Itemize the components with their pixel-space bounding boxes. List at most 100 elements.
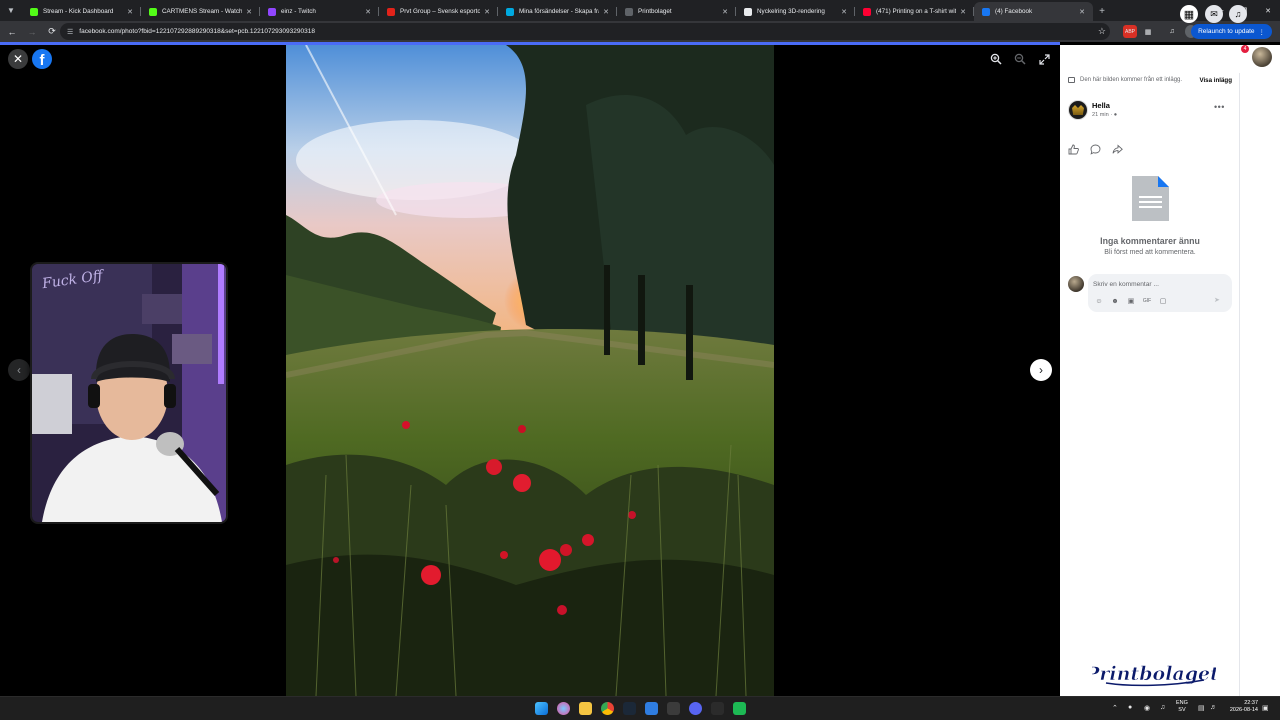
zoom-out-button[interactable] bbox=[1012, 51, 1028, 67]
browser-tab[interactable]: Nyckelring 3D-rendering ✕ bbox=[736, 2, 855, 21]
zoom-out-icon bbox=[1014, 53, 1026, 65]
clock-time: 22:37 bbox=[1244, 700, 1258, 706]
emoji-icon[interactable]: ☻ bbox=[1110, 296, 1120, 306]
fullscreen-button[interactable] bbox=[1036, 51, 1052, 67]
close-viewer-button[interactable]: ✕ bbox=[8, 49, 28, 69]
tab-close-icon[interactable]: ✕ bbox=[603, 8, 609, 16]
capture-tool-icon[interactable] bbox=[667, 702, 680, 715]
camera-icon[interactable]: ▣ bbox=[1126, 296, 1136, 306]
comment-input[interactable] bbox=[1093, 278, 1223, 290]
windows-taskbar: ⌃ ● ◉ ♫ ENG SV ▤ ♬ 22:37 2026-08-14 ▣ bbox=[0, 696, 1280, 720]
start-menu-icon[interactable] bbox=[535, 702, 548, 715]
browser-tab[interactable]: Printbolaget ✕ bbox=[617, 2, 736, 21]
browser-tab[interactable]: Stream - Kick Dashboard ✕ bbox=[22, 2, 141, 21]
post-photo[interactable] bbox=[286, 45, 774, 696]
language-indicator[interactable]: ENG SV bbox=[1176, 700, 1188, 714]
tab-favicon-icon bbox=[387, 7, 395, 16]
browser-tab-strip: ▼ Stream - Kick Dashboard ✕ CARTMENS Strea… bbox=[0, 0, 1280, 21]
copilot-icon[interactable] bbox=[557, 702, 570, 715]
address-bar[interactable]: ☰ facebook.com/photo?fbid=12210729288929… bbox=[60, 23, 1110, 40]
webcam-overlay: Fuck Off bbox=[30, 262, 228, 524]
bookmark-star-icon[interactable]: ☆ bbox=[1098, 26, 1106, 37]
comment-button[interactable] bbox=[1088, 142, 1102, 156]
tray-overflow-icon[interactable]: ⌃ bbox=[1112, 704, 1118, 712]
tab-title: (471) Printing on a T-shirt with... bbox=[876, 8, 957, 15]
file-explorer-icon[interactable] bbox=[579, 702, 592, 715]
back-arrow-icon[interactable]: ← bbox=[2, 27, 22, 37]
browser-tab[interactable]: (4) Facebook ✕ bbox=[974, 2, 1093, 21]
messenger-icon[interactable]: ✉ bbox=[1205, 5, 1223, 23]
tab-close-icon[interactable]: ✕ bbox=[484, 8, 490, 16]
gif-icon[interactable]: GIF bbox=[1142, 296, 1152, 306]
network-icon[interactable]: ▤ bbox=[1198, 704, 1205, 712]
notifications-bell-icon[interactable]: ♫ bbox=[1229, 5, 1247, 23]
tab-close-icon[interactable]: ✕ bbox=[365, 8, 371, 16]
facebook-logo[interactable]: f bbox=[32, 49, 52, 69]
tab-favicon-icon bbox=[982, 7, 990, 16]
post-info-icon bbox=[1068, 77, 1075, 83]
system-clock[interactable]: 22:37 2026-08-14 bbox=[1222, 700, 1258, 714]
post-timestamp[interactable]: 21 min · ● bbox=[1092, 112, 1117, 118]
tab-title: Stream - Kick Dashboard bbox=[43, 8, 114, 15]
more-options-button[interactable]: ••• bbox=[1214, 102, 1225, 112]
comment-composer[interactable]: ☺ ☻ ▣ GIF ▢ ➤ bbox=[1088, 274, 1232, 312]
volume-icon[interactable]: ♬ bbox=[1210, 704, 1217, 711]
menu-grid-icon[interactable]: ▦ bbox=[1180, 5, 1198, 23]
green-app-icon[interactable] bbox=[733, 702, 746, 715]
m-app-icon[interactable] bbox=[711, 702, 724, 715]
author-name[interactable]: Hella bbox=[1092, 101, 1110, 110]
language-line-2: SV bbox=[1178, 707, 1186, 713]
new-tab-button[interactable]: + bbox=[1093, 2, 1111, 21]
author-avatar[interactable] bbox=[1068, 100, 1088, 120]
account-avatar[interactable] bbox=[1252, 47, 1272, 67]
site-info-icon[interactable]: ☰ bbox=[67, 28, 73, 36]
tab-favicon-icon bbox=[625, 7, 633, 16]
browser-tab[interactable]: Mina försändelser - Skapa fraktsedel ✕ bbox=[498, 2, 617, 21]
window-close-icon[interactable]: ✕ bbox=[1256, 0, 1280, 21]
avatar-sticker-icon[interactable]: ☺ bbox=[1094, 296, 1104, 306]
tab-favicon-icon bbox=[863, 7, 871, 16]
tab-close-icon[interactable]: ✕ bbox=[722, 8, 728, 16]
tab-title: einz - Twitch bbox=[281, 8, 316, 15]
tab-close-icon[interactable]: ✕ bbox=[960, 8, 966, 16]
browser-tab[interactable]: CARTMENS Stream - Watch Live✕ bbox=[141, 2, 260, 21]
tray-app-icon[interactable]: ● bbox=[1128, 704, 1132, 711]
tab-close-icon[interactable]: ✕ bbox=[841, 8, 847, 16]
browser-tab[interactable]: Prvt Group – Svensk esportorganisation✕ bbox=[379, 2, 498, 21]
thumbs-up-icon bbox=[1068, 144, 1079, 154]
tab-search-chevron-icon[interactable]: ▼ bbox=[0, 0, 22, 21]
sticker-icon[interactable]: ▢ bbox=[1158, 296, 1168, 306]
share-button[interactable] bbox=[1110, 142, 1124, 156]
app-icon[interactable] bbox=[645, 702, 658, 715]
browser-tab[interactable]: einz - Twitch ✕ bbox=[260, 2, 379, 21]
zoom-in-button[interactable] bbox=[988, 51, 1004, 67]
zoom-in-icon bbox=[990, 53, 1002, 65]
chrome-icon[interactable] bbox=[601, 702, 614, 715]
media-controls-icon[interactable]: ♫ bbox=[1166, 25, 1178, 38]
forward-arrow-icon[interactable]: → bbox=[22, 27, 42, 37]
relaunch-button[interactable]: Relaunch to update ⋮ bbox=[1191, 24, 1272, 39]
tab-title: Printbolaget bbox=[638, 8, 672, 15]
tab-title: Nyckelring 3D-rendering bbox=[757, 8, 825, 15]
url-text[interactable]: facebook.com/photo?fbid=1221072928892903… bbox=[79, 28, 315, 35]
tab-close-icon[interactable]: ✕ bbox=[1079, 8, 1085, 16]
extensions-puzzle-icon[interactable]: ▦ bbox=[1142, 25, 1154, 38]
tab-close-icon[interactable]: ✕ bbox=[127, 8, 133, 16]
post-source-info: Den här bilden kommer från ett inlägg. V… bbox=[1068, 77, 1236, 84]
discord-icon[interactable] bbox=[689, 702, 702, 715]
send-icon[interactable]: ➤ bbox=[1214, 296, 1220, 304]
tray-mic-icon[interactable]: ♫ bbox=[1160, 704, 1165, 711]
adblock-extension-icon[interactable]: ABP bbox=[1123, 25, 1137, 38]
steam-icon[interactable] bbox=[623, 702, 636, 715]
view-post-link[interactable]: Visa inlägg bbox=[1199, 77, 1232, 84]
previous-photo-button[interactable]: ‹ bbox=[8, 359, 30, 381]
tab-close-icon[interactable]: ✕ bbox=[246, 8, 252, 16]
like-button[interactable] bbox=[1066, 142, 1080, 156]
reload-icon[interactable]: ⟳ bbox=[42, 26, 62, 37]
commenter-avatar[interactable] bbox=[1068, 276, 1084, 292]
share-arrow-icon bbox=[1112, 144, 1123, 154]
next-photo-button[interactable]: › bbox=[1030, 359, 1052, 381]
tray-steam-icon[interactable]: ◉ bbox=[1144, 704, 1150, 712]
browser-tab[interactable]: (471) Printing on a T-shirt with...✕ bbox=[855, 2, 974, 21]
notification-center-icon[interactable]: ▣ bbox=[1262, 704, 1269, 712]
